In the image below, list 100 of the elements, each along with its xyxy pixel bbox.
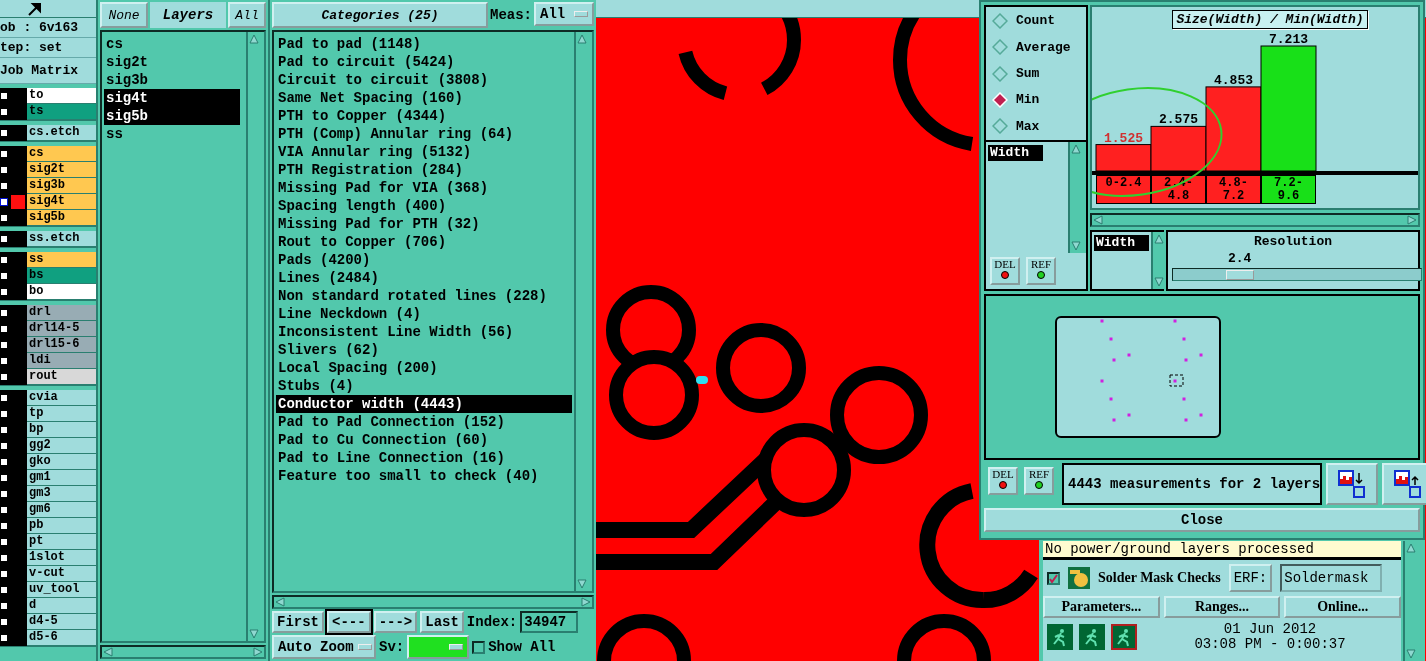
category-item[interactable]: Circuit to circuit (3808) [276,71,572,89]
category-item[interactable]: Pad to Line Connection (16) [276,449,572,467]
category-item[interactable]: PTH Registration (284) [276,161,572,179]
del-button[interactable]: DEL [990,257,1020,285]
all-button[interactable]: All [228,2,266,28]
layer-name[interactable]: ldi [27,353,96,369]
layer-checkbox[interactable] [0,602,8,610]
category-item[interactable]: Non standard rotated lines (228) [276,287,572,305]
category-item[interactable]: Same Net Spacing (160) [276,89,572,107]
category-item[interactable]: Missing Pad for VIA (368) [276,179,572,197]
layer-name[interactable]: cs [27,146,96,162]
layer-name[interactable]: uv_tool [27,582,96,598]
layer-checkbox[interactable] [0,309,8,317]
run-button[interactable] [1079,624,1105,650]
layer-name[interactable]: ss.etch [27,231,96,247]
layer-name[interactable]: cs.etch [27,125,96,141]
layer-name[interactable]: rout [27,369,96,385]
layer-checkbox[interactable] [0,357,8,365]
layer-name[interactable]: ss [27,252,96,268]
category-item[interactable]: Inconsistent Line Width (56) [276,323,572,341]
layer-checkbox[interactable] [0,426,8,434]
category-item[interactable]: Spacing length (400) [276,197,572,215]
layer-name[interactable]: gko [27,454,96,470]
category-item[interactable]: Pad to Cu Connection (60) [276,431,572,449]
layer-name[interactable]: gm3 [27,486,96,502]
layer-name[interactable]: sig4t [27,194,96,210]
layer-name[interactable]: drl15-6 [27,337,96,353]
layer-name[interactable]: ts [27,104,96,120]
layer-name[interactable]: drl14-5 [27,321,96,337]
categories-button[interactable]: Categories (25) [272,2,488,28]
ref-button[interactable]: REF [1026,257,1056,285]
ref-button[interactable]: REF [1024,467,1054,495]
layer-checkbox[interactable] [0,198,8,206]
radio-button[interactable] [992,118,1008,135]
layer-item[interactable]: sig3b [104,71,240,89]
category-item[interactable]: VIA Annular ring (5132) [276,143,572,161]
layer-name[interactable]: gg2 [27,438,96,454]
layer-item[interactable]: sig5b [104,107,240,125]
layer-checkbox[interactable] [0,634,8,642]
previous-button[interactable]: <--- [327,611,371,633]
resolution-slider[interactable] [1172,268,1422,281]
layer-checkbox[interactable] [0,325,8,333]
category-item[interactable]: Pad to pad (1148) [276,35,572,53]
layer-checkbox[interactable] [0,522,8,530]
action-button[interactable]: Ranges... [1163,596,1281,618]
radio-button[interactable] [992,65,1008,82]
show-all-checkbox[interactable] [472,640,486,654]
category-item[interactable]: Line Neckdown (4) [276,305,572,323]
layer-checkbox[interactable] [0,92,8,100]
layer-name[interactable]: sig3b [27,178,96,194]
close-button[interactable]: Close [984,508,1420,532]
category-item[interactable]: PTH (Comp) Annular ring (64) [276,125,572,143]
index-field[interactable]: 34947 [520,611,579,633]
check-checkbox[interactable] [1047,571,1060,585]
layer-checkbox[interactable] [0,272,8,280]
layer-checkbox[interactable] [0,618,8,626]
layer-checkbox[interactable] [0,288,8,296]
field-item[interactable]: Width [1094,235,1149,251]
layer-checkbox[interactable] [0,256,8,264]
category-item[interactable]: Local Spacing (200) [276,359,572,377]
category-item[interactable]: PTH to Copper (4344) [276,107,572,125]
layer-item[interactable]: cs [104,35,240,53]
meas-dropdown[interactable]: All [534,2,594,26]
layer-checkbox[interactable] [0,570,8,578]
category-item[interactable]: Stubs (4) [276,377,572,395]
layer-name[interactable]: bo [27,284,96,300]
layer-checkbox[interactable] [0,410,8,418]
run-button[interactable] [1047,624,1073,650]
layer-checkbox[interactable] [0,538,8,546]
layer-checkbox[interactable] [0,506,8,514]
category-item[interactable]: Slivers (62) [276,341,572,359]
layer-name[interactable]: d4-5 [27,614,96,630]
histogram-toggle-button[interactable] [1382,463,1426,505]
layer-name[interactable]: sig2t [27,162,96,178]
layer-name[interactable]: bp [27,422,96,438]
none-button[interactable]: None [100,2,148,28]
layer-checkbox[interactable] [0,458,8,466]
layer-checkbox[interactable] [0,182,8,190]
layer-checkbox[interactable] [0,166,8,174]
layer-checkbox[interactable] [0,108,8,116]
layer-name[interactable]: to [27,88,96,104]
layer-checkbox[interactable] [0,474,8,482]
next-button[interactable]: ---> [373,611,418,633]
category-item[interactable]: Pad to circuit (5424) [276,53,572,71]
layer-checkbox[interactable] [0,214,8,222]
layer-checkbox[interactable] [0,442,8,450]
run-button[interactable] [1111,624,1137,650]
layer-name[interactable]: cvia [27,390,96,406]
category-item[interactable]: Conductor width (4443) [276,395,572,413]
last-button[interactable]: Last [420,611,464,633]
category-item[interactable]: Pads (4200) [276,251,572,269]
erf-field[interactable]: Soldermask [1280,564,1383,592]
category-item[interactable]: Feature too small to check (40) [276,467,572,485]
layer-name[interactable]: gm6 [27,502,96,518]
histogram-toggle-button[interactable] [1326,463,1379,505]
layer-name[interactable]: sig5b [27,210,96,226]
erf-button[interactable]: ERF: [1228,564,1273,592]
radio-button[interactable] [992,39,1008,56]
layer-name[interactable]: d [27,598,96,614]
layer-checkbox[interactable] [0,341,8,349]
